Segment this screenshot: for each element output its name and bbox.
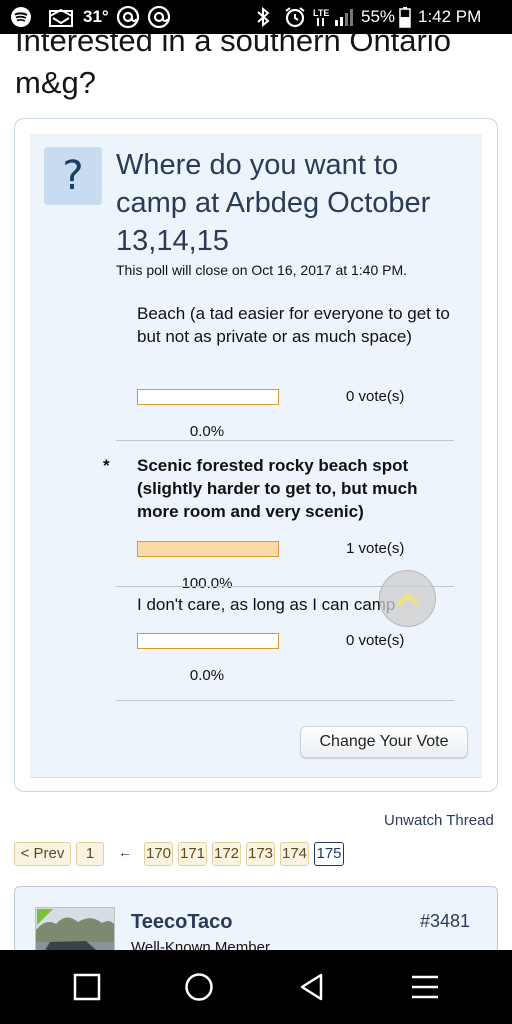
unwatch-thread-link[interactable]: Unwatch Thread <box>384 812 494 829</box>
page-175-current: 175 <box>314 842 344 866</box>
menu-button[interactable] <box>405 967 445 1007</box>
selected-marker: * <box>103 456 110 475</box>
chevron-up-icon <box>397 593 419 606</box>
poll-vote-count: 0 vote(s) <box>346 632 405 649</box>
svg-text:LTE: LTE <box>313 8 329 18</box>
post-user-title: Well-Known Member <box>131 939 270 950</box>
scroll-to-top-button[interactable] <box>379 570 436 627</box>
post-card: TeecoTaco Well-Known Member #3481 <box>14 886 498 950</box>
poll-container: ? Where do you want to camp at Arbdeg Oc… <box>14 118 498 792</box>
battery-icon <box>399 0 411 34</box>
poll-vote-count: 1 vote(s) <box>346 540 405 557</box>
poll-option-label: Beach (a tad easier for everyone to get … <box>137 304 450 346</box>
divider <box>116 440 454 441</box>
page-174-button[interactable]: 174 <box>280 842 309 866</box>
poll-close-text: This poll will close on Oct 16, 2017 at … <box>116 262 408 278</box>
poll-result-bar-fill <box>138 542 278 556</box>
page-170-button[interactable]: 170 <box>144 842 173 866</box>
back-triangle-icon <box>300 973 323 1001</box>
poll-option: Beach (a tad easier for everyone to get … <box>116 288 454 440</box>
recent-apps-button[interactable] <box>67 967 107 1007</box>
system-nav-bar <box>0 950 512 1024</box>
divider <box>116 700 454 701</box>
spotify-icon <box>10 0 32 34</box>
change-vote-button[interactable]: Change Your Vote <box>300 726 468 758</box>
page-171-button[interactable]: 171 <box>178 842 207 866</box>
poll-result-bar <box>137 541 279 557</box>
mail-icon <box>48 0 74 34</box>
prev-page-button[interactable]: < Prev <box>14 842 71 866</box>
post-username[interactable]: TeecoTaco <box>131 911 233 934</box>
temperature-text: 31° <box>83 7 109 26</box>
poll-body: ? Where do you want to camp at Arbdeg Oc… <box>30 134 482 778</box>
clock-text: 1:42 PM <box>418 7 482 26</box>
page-content: Interested in a southern Ontario m&g? ? … <box>0 34 512 950</box>
question-mark-icon: ? <box>44 147 102 205</box>
battery-percent-text: 55% <box>361 7 396 26</box>
at-sign-icon-2 <box>147 0 171 34</box>
thread-title: Interested in a southern Ontario m&g? <box>15 34 451 100</box>
back-button[interactable] <box>292 967 332 1007</box>
poll-vote-count: 0 vote(s) <box>346 388 405 405</box>
page-172-button[interactable]: 172 <box>212 842 241 866</box>
circle-icon <box>185 973 213 1001</box>
post-permalink[interactable]: #3481 <box>420 911 470 932</box>
online-badge-icon <box>37 909 53 925</box>
at-sign-icon <box>116 0 140 34</box>
status-bar: 31° LTE 55% 1:42 PM <box>0 0 512 34</box>
square-icon <box>73 973 101 1001</box>
poll-option-label: Scenic forested rocky beach spot (slight… <box>137 456 418 521</box>
lte-signal-icon: LTE <box>313 0 357 34</box>
poll-question: Where do you want to camp at Arbdeg Octo… <box>116 149 431 257</box>
page-jump-ellipsis[interactable]: ← <box>118 844 132 860</box>
page-1-button[interactable]: 1 <box>76 842 104 866</box>
hamburger-menu-icon <box>412 975 438 999</box>
poll-percent: 0.0% <box>189 423 225 440</box>
poll-result-bar <box>137 633 279 649</box>
page-173-button[interactable]: 173 <box>246 842 275 866</box>
home-button[interactable] <box>179 967 219 1007</box>
bluetooth-icon <box>255 0 271 34</box>
poll-result-bar <box>137 389 279 405</box>
poll-percent: 0.0% <box>189 667 225 684</box>
alarm-icon <box>283 0 307 34</box>
